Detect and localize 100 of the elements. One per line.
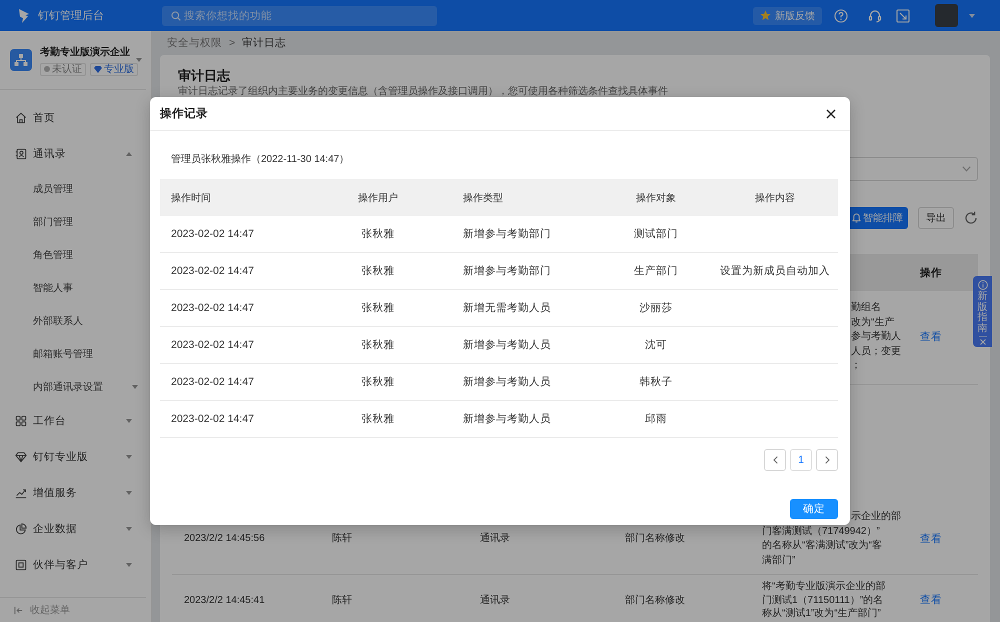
- collapse-icon: [14, 606, 23, 614]
- table-cell-text: 部门名称修改: [624, 594, 686, 607]
- org-logo-icon: [10, 49, 32, 71]
- column-header: 操作对象: [636, 192, 676, 204]
- column-header: 操作: [918, 266, 943, 280]
- help-icon[interactable]: [834, 8, 848, 22]
- chevron-right-icon: [824, 456, 830, 464]
- wing-logo-icon: [18, 8, 30, 24]
- view-link[interactable]: 查看: [920, 532, 942, 546]
- table-cell: 沈可: [645, 338, 667, 352]
- table-cell-text: 新增参与考勤部门: [462, 227, 551, 241]
- home-icon: [15, 112, 27, 124]
- caret-icon[interactable]: [969, 14, 975, 18]
- smart-button[interactable]: 智能排障: [847, 207, 908, 229]
- prev-page-button[interactable]: [764, 449, 786, 471]
- table-cell-text: 2023-02-02 14:47: [170, 265, 254, 277]
- page-description: 审计日志记录了组织内主要业务的变更信息（含管理员操作及接口调用），您可使用各种筛选条件查找具体事件: [177, 86, 669, 97]
- screen-icon[interactable]: [896, 8, 910, 22]
- search-icon: [171, 10, 181, 20]
- table-cell-text: 2023/2/2 14:45:56: [183, 532, 266, 546]
- column-header: 操作用户: [358, 192, 398, 204]
- table-cell-text: 陈轩: [331, 594, 353, 607]
- nav-subitem[interactable]: 内部通讯录设置: [0, 370, 151, 403]
- table-cell-text: 示企业的部: [851, 510, 900, 524]
- table-cell: 生产部门: [634, 264, 678, 278]
- table-cell: 张秋雅: [362, 301, 394, 315]
- column-header: 操作内容: [755, 192, 795, 204]
- table-cell: 张秋雅: [362, 412, 394, 426]
- nav-item[interactable]: 伙伴与客户: [0, 547, 151, 583]
- column-header: 操作时间: [170, 192, 211, 204]
- export-button[interactable]: 导出: [918, 207, 954, 229]
- chevron-down-icon: [962, 166, 971, 172]
- star-icon: [760, 10, 771, 21]
- column-header: 操作类型: [462, 192, 503, 204]
- guide-tab[interactable]: 新版指南: [973, 276, 992, 347]
- page-button[interactable]: 1: [790, 449, 812, 471]
- table-cell-text: 2023/2/2 14:45:41: [183, 594, 266, 607]
- status-text: 未认证: [52, 62, 82, 76]
- close-button[interactable]: [826, 108, 836, 118]
- breadcrumb-separator: >: [229, 37, 236, 49]
- nav-item[interactable]: 首页: [0, 100, 151, 136]
- table-cell-text: 通讯录: [479, 532, 511, 546]
- table-cell: 张秋雅: [362, 227, 394, 241]
- nav-item[interactable]: 通讯录: [0, 136, 151, 172]
- table-cell: 沙丽莎: [640, 301, 672, 315]
- table-cell-text: 通讯录: [479, 594, 511, 607]
- table-cell-text: 2023-02-02 14:47: [170, 339, 254, 351]
- table-cell-text: 将“考勤专业版演示企业的部 门测试1（71150111）”的名 称从“测试1”改为“生产部门”: [762, 580, 886, 620]
- table-cell: 张秋雅: [362, 375, 394, 389]
- table-cell-text: 部门名称修改: [624, 532, 686, 546]
- edition-text: 专业版: [104, 62, 134, 76]
- table-cell-text: 门客满测试（71749942）” 的名称从“客满测试”改为“客 满部门”: [762, 524, 883, 568]
- square-icon: [15, 559, 27, 571]
- app-title: 钉钉管理后台: [38, 9, 104, 23]
- table-cell: 张秋雅: [362, 264, 394, 278]
- table-cell: 张秋雅: [362, 338, 394, 352]
- breadcrumb-current: 审计日志: [242, 36, 286, 50]
- view-link[interactable]: 查看: [920, 330, 942, 344]
- nav-item[interactable]: 钉钉专业版: [0, 439, 151, 475]
- table-cell-text: 2023-02-02 14:47: [170, 302, 254, 314]
- headset-icon[interactable]: [868, 8, 882, 22]
- table-cell-text: 2023-02-02 14:47: [170, 413, 254, 425]
- chevron-left-icon: [772, 456, 778, 464]
- operator-summary: 管理员张秋雅操作（2022-11-30 14:47）: [170, 153, 350, 167]
- table-cell-text: 新增参与考勤人员: [462, 412, 551, 426]
- table-cell-text: 新增参与考勤部门: [462, 264, 551, 278]
- close-icon: [826, 108, 836, 118]
- nav-item[interactable]: 工作台: [0, 403, 151, 439]
- refresh-button[interactable]: [964, 211, 978, 225]
- table-cell-text: 新增参与考勤人员: [462, 338, 551, 352]
- close-icon[interactable]: [980, 339, 986, 345]
- table-cell-text: 勤组名 改为“生产 参与考勤人 人员；变更 ；: [851, 301, 900, 373]
- table-cell: 设置为新成员自动加入: [720, 264, 830, 278]
- table-cell-text: 陈轩: [331, 532, 353, 546]
- table-cell-text: 新增无需考勤人员: [462, 301, 551, 315]
- diamond-icon: [15, 451, 27, 463]
- confirm-button[interactable]: 确定: [790, 499, 838, 519]
- org-name: 考勤专业版演示企业: [40, 46, 128, 58]
- grid-icon: [15, 415, 27, 427]
- caret-icon[interactable]: [136, 58, 142, 62]
- table-cell-text: 2023-02-02 14:47: [170, 376, 254, 388]
- chart-icon: [15, 487, 27, 499]
- nav-item[interactable]: 增值服务: [0, 475, 151, 511]
- table-cell-text: 新增参与考勤人员: [462, 375, 551, 389]
- info-icon: [978, 280, 988, 290]
- nav-item[interactable]: 企业数据: [0, 511, 151, 547]
- pie-icon: [15, 523, 27, 535]
- next-page-button[interactable]: [816, 449, 838, 471]
- refresh-icon: [964, 211, 978, 225]
- bell-icon: [852, 213, 861, 223]
- table-cell: 韩秋子: [640, 375, 672, 389]
- view-link[interactable]: 查看: [920, 594, 942, 607]
- guide-label: 新版指南: [978, 292, 988, 334]
- diamond-icon: [94, 66, 102, 72]
- contacts-icon: [15, 148, 27, 160]
- dialog-title: 操作记录: [160, 106, 208, 121]
- dot-icon: [44, 66, 50, 72]
- page-title: 审计日志: [177, 67, 232, 85]
- table-cell: 测试部门: [634, 227, 678, 241]
- table-cell-text: 2023-02-02 14:47: [170, 228, 254, 240]
